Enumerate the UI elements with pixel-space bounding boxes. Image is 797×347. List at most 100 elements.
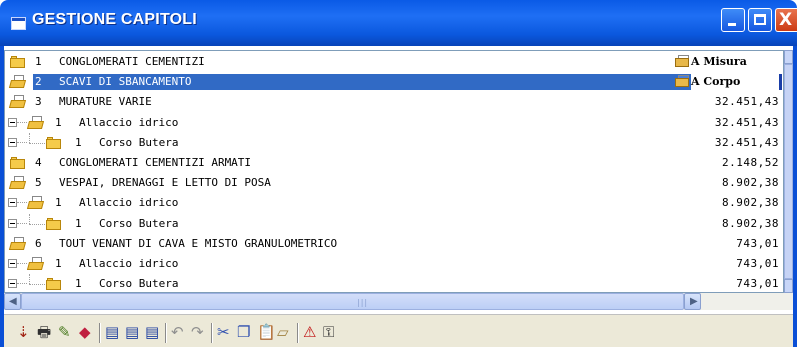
import-button[interactable]: ⇣	[16, 323, 34, 341]
warning-icon: ⚠	[303, 323, 317, 341]
collapse-icon[interactable]	[8, 198, 17, 208]
edit-button[interactable]: ✎	[57, 323, 75, 341]
collapse-icon[interactable]	[8, 259, 17, 268]
row-description: Corso Butera	[99, 135, 179, 149]
folder-open-icon	[26, 257, 45, 270]
row-amount: 8.902,38	[722, 176, 779, 190]
measure-type-label: A Corpo	[691, 75, 741, 89]
open-folder-icon: ▱	[277, 323, 289, 341]
open-folder-icon	[675, 55, 689, 67]
import-icon: ⇣	[17, 323, 30, 341]
vertical-scrollbar[interactable]	[784, 50, 793, 293]
toolbar-separator	[165, 323, 167, 343]
row-description: MURATURE VARIE	[59, 95, 152, 109]
tree-row[interactable]: 1 Allaccio idrico 8.902,38	[5, 193, 783, 213]
tree-row[interactable]: 1 Allaccio idrico 32.451,43	[5, 113, 783, 133]
tree-connector	[17, 283, 27, 285]
tree-row[interactable]: 5 VESPAI, DRENAGGI E LETTO DI POSA 8.902,3…	[5, 173, 783, 193]
folder-open-icon	[8, 95, 27, 109]
row-number: 1	[35, 55, 42, 68]
document-3-button[interactable]: ▤	[144, 323, 162, 341]
tree-row[interactable]: 6 TOUT VENANT DI CAVA E MISTO GRANULOMETR…	[5, 234, 783, 254]
document-1-button[interactable]: ▤	[104, 323, 122, 341]
row-description: Corso Butera	[99, 216, 179, 230]
scroll-left-button[interactable]: ◀	[4, 293, 21, 310]
tree-row[interactable]: 1 CONGLOMERATI CEMENTIZI A Misura	[5, 52, 783, 72]
row-amount: 743,01	[736, 277, 779, 291]
horizontal-scroll-thumb[interactable]: |||	[21, 293, 684, 310]
open-folder-icon	[675, 75, 689, 88]
tree-row[interactable]: 1 Allaccio idrico 743,01	[5, 254, 783, 274]
row-description: Allaccio idrico	[79, 115, 179, 129]
row-number: 6	[35, 236, 42, 250]
cut-icon: ✂	[217, 323, 230, 341]
maximize-button[interactable]	[748, 8, 772, 32]
row-description: Allaccio idrico	[79, 257, 179, 270]
row-description: SCAVI DI SBANCAMENTO	[59, 75, 192, 89]
tree-connector	[29, 284, 45, 286]
document-2-button[interactable]: ▤	[124, 323, 142, 341]
tree-row[interactable]: 3 MURATURE VARIE 32.451,43	[5, 92, 783, 112]
toolbar-separator	[99, 323, 101, 343]
eraser-button[interactable]: ◆	[78, 323, 96, 341]
toolbar-separator	[211, 323, 213, 343]
redo-button[interactable]: ↷	[190, 323, 208, 341]
tree-connector	[29, 274, 30, 285]
row-amount: 2.148,52	[722, 156, 779, 169]
close-icon: X	[779, 10, 793, 30]
redo-icon: ↷	[191, 323, 204, 341]
row-amount: 8.902,38	[722, 196, 779, 210]
window-frame-right	[793, 46, 797, 347]
minimize-button[interactable]	[721, 8, 745, 32]
eraser-icon: ◆	[79, 323, 91, 341]
app-icon	[11, 17, 26, 30]
paste-icon: 📋	[257, 323, 276, 341]
folder-open-icon	[8, 176, 27, 190]
edit-icon: ✎	[58, 323, 71, 341]
scroll-grip-icon: |||	[357, 298, 369, 307]
row-number: 1	[55, 115, 62, 129]
row-number: 4	[35, 156, 42, 169]
tree-connector	[29, 142, 45, 144]
undo-icon: ↶	[171, 323, 184, 341]
row-description: Corso Butera	[99, 277, 179, 291]
warning-button[interactable]: ⚠	[302, 323, 320, 341]
open-folder-button[interactable]: ▱	[276, 323, 294, 341]
tree-row[interactable]: 1 Corso Butera 8.902,38	[5, 213, 783, 234]
collapse-icon[interactable]	[8, 137, 17, 147]
copy-icon: ❐	[237, 323, 251, 341]
print-button[interactable]: 🖶	[36, 323, 54, 341]
lock-button[interactable]: ⚿	[322, 323, 340, 341]
tree-row[interactable]: 2 SCAVI DI SBANCAMENTO A Corpo	[5, 72, 783, 92]
folder-closed-icon	[46, 136, 61, 149]
paste-button[interactable]: 📋	[256, 323, 276, 341]
folder-open-icon	[26, 196, 45, 210]
chevron-left-icon: ◀	[9, 296, 17, 307]
undo-button[interactable]: ↶	[170, 323, 188, 341]
collapse-icon[interactable]	[8, 218, 17, 228]
scroll-right-button[interactable]: ▶	[684, 293, 701, 310]
collapse-icon[interactable]	[8, 279, 17, 289]
folder-open-icon	[26, 115, 45, 129]
chevron-right-icon: ▶	[690, 296, 698, 307]
tree-row[interactable]: 1 Corso Butera 743,01	[5, 274, 783, 292]
folder-open-icon	[8, 236, 27, 250]
collapse-icon[interactable]	[8, 117, 17, 127]
chapter-tree[interactable]: 1 CONGLOMERATI CEMENTIZI A Misura 2 SCAVI DI…	[4, 50, 784, 293]
vertical-scroll-thumb[interactable]	[784, 64, 793, 279]
selection-end-marker	[779, 74, 782, 91]
tree-connector	[17, 121, 27, 123]
scroll-down-button[interactable]	[784, 279, 793, 293]
tree-connector	[17, 222, 27, 224]
minimize-icon	[728, 23, 736, 26]
cut-button[interactable]: ✂	[216, 323, 234, 341]
close-button[interactable]: X	[775, 8, 797, 32]
tree-row[interactable]: 4 CONGLOMERATI CEMENTIZI ARMATI 2.148,52	[5, 153, 783, 173]
row-description: TOUT VENANT DI CAVA E MISTO GRANULOMETRI…	[59, 236, 338, 250]
scroll-up-button[interactable]	[784, 50, 793, 64]
horizontal-scrollbar[interactable]: ◀ ||| ▶	[4, 293, 793, 310]
row-number: 1	[55, 196, 62, 210]
copy-button[interactable]: ❐	[236, 323, 254, 341]
title-bar[interactable]: GESTIONE CAPITOLI X	[0, 0, 797, 46]
tree-row[interactable]: 1 Corso Butera 32.451,43	[5, 132, 783, 153]
